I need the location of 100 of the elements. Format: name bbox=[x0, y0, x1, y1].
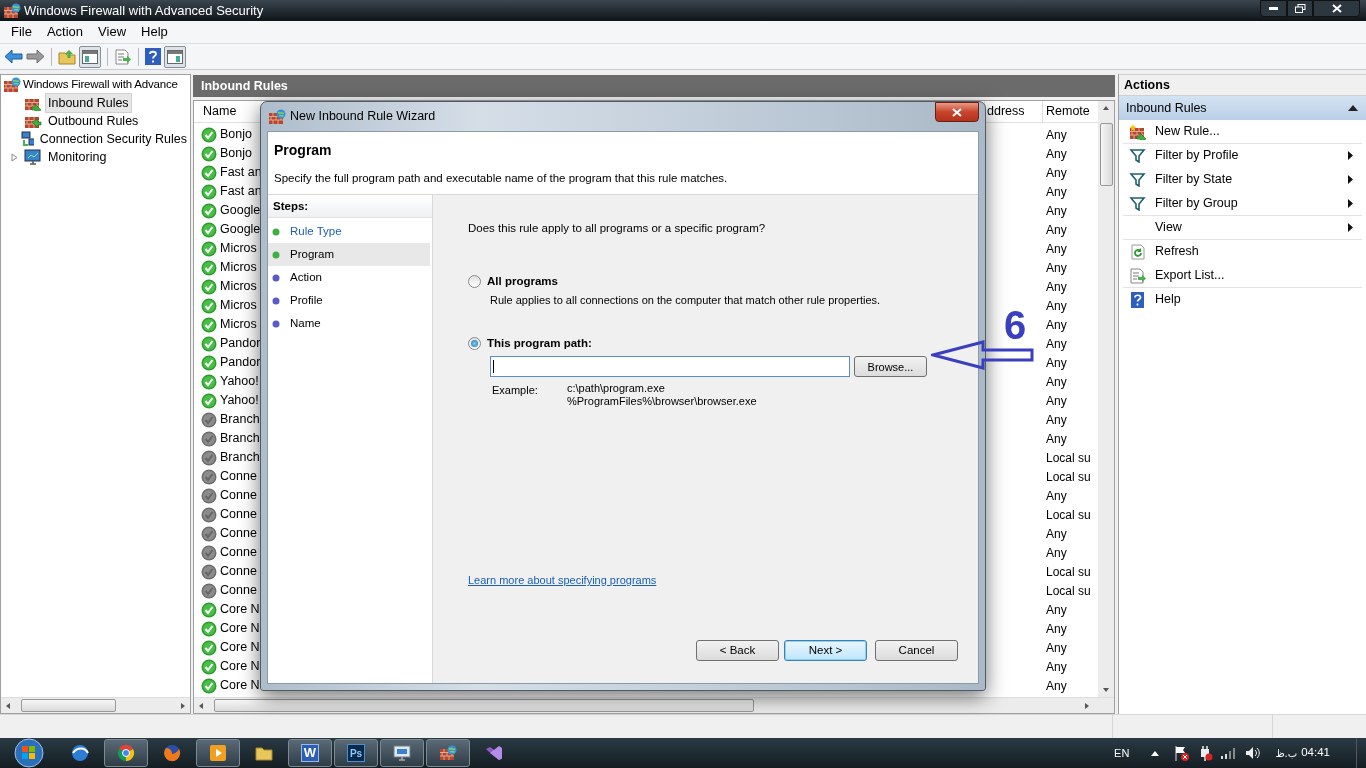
radio-label[interactable]: This program path: bbox=[487, 335, 592, 353]
table-cell[interactable]: Conne bbox=[220, 562, 257, 581]
table-cell[interactable]: Any bbox=[1042, 619, 1098, 638]
table-cell[interactable]: Google bbox=[220, 220, 261, 239]
close-button[interactable] bbox=[1313, 0, 1360, 17]
taskbar-button[interactable]: Ps bbox=[334, 739, 378, 767]
taskbar-button[interactable] bbox=[104, 739, 148, 767]
table-cell[interactable]: Local su bbox=[1042, 467, 1098, 486]
table-cell[interactable]: Any bbox=[1042, 125, 1098, 144]
table-cell[interactable]: Conne bbox=[220, 543, 257, 562]
table-cell[interactable]: Any bbox=[1042, 391, 1098, 410]
task-link[interactable]: Filter by State bbox=[1123, 168, 1362, 192]
browse-button[interactable]: Browse... bbox=[854, 356, 927, 378]
table-cell[interactable]: Pandor bbox=[220, 353, 261, 372]
minimize-button[interactable] bbox=[1260, 0, 1287, 17]
radio-label[interactable]: All programs bbox=[487, 273, 558, 291]
speaker-icon[interactable] bbox=[1245, 746, 1262, 760]
task-link[interactable]: View bbox=[1123, 216, 1362, 240]
caret-icon[interactable] bbox=[1151, 750, 1160, 756]
table-cell[interactable]: Branch bbox=[220, 410, 260, 429]
table-cell[interactable]: Yahoo! bbox=[220, 391, 259, 410]
language-indicator[interactable]: EN bbox=[1114, 744, 1130, 762]
program-path-field[interactable] bbox=[490, 356, 850, 378]
scroll-thumb[interactable] bbox=[214, 699, 754, 712]
signal-icon[interactable] bbox=[1221, 747, 1236, 759]
menu-item[interactable]: File bbox=[4, 22, 39, 42]
table-cell[interactable]: Any bbox=[1042, 334, 1098, 353]
horizontal-scrollbar[interactable] bbox=[1, 697, 190, 713]
table-cell[interactable]: Any bbox=[1042, 220, 1098, 239]
table-cell[interactable]: Branch bbox=[220, 429, 260, 448]
table-cell[interactable]: Local su bbox=[1042, 562, 1098, 581]
table-cell[interactable]: Micros bbox=[220, 277, 257, 296]
table-cell[interactable]: Any bbox=[1042, 543, 1098, 562]
table-cell[interactable]: Core N bbox=[220, 657, 260, 676]
table-cell[interactable]: Pandor bbox=[220, 334, 261, 353]
folder-up-icon[interactable] bbox=[58, 48, 76, 65]
table-cell[interactable]: Any bbox=[1042, 657, 1098, 676]
table-cell[interactable]: Any bbox=[1042, 638, 1098, 657]
table-cell[interactable]: Any bbox=[1042, 410, 1098, 429]
step-item[interactable]: Rule Type bbox=[268, 220, 430, 243]
table-cell[interactable]: Google bbox=[220, 201, 261, 220]
forward-arrow-icon[interactable] bbox=[26, 49, 45, 64]
table-cell[interactable]: Core N bbox=[220, 619, 260, 638]
task-link[interactable]: Refresh bbox=[1123, 240, 1362, 264]
menu-item[interactable]: Help bbox=[134, 22, 175, 42]
scroll-thumb[interactable] bbox=[1099, 123, 1113, 186]
table-cell[interactable]: Bonjo bbox=[220, 144, 252, 163]
taskbar-button[interactable]: W bbox=[288, 739, 332, 767]
table-cell[interactable]: Any bbox=[1042, 676, 1098, 695]
table-cell[interactable]: Any bbox=[1042, 144, 1098, 163]
table-cell[interactable]: Core N bbox=[220, 600, 260, 619]
step-item[interactable]: Program bbox=[268, 243, 430, 266]
table-cell[interactable]: Core N bbox=[220, 676, 260, 695]
tree-item[interactable]: Inbound Rules bbox=[45, 92, 132, 114]
maximize-button[interactable] bbox=[1287, 0, 1313, 17]
table-cell[interactable]: Any bbox=[1042, 315, 1098, 334]
table-cell[interactable]: Bonjo bbox=[220, 125, 252, 144]
tree-item[interactable]: Windows Firewall with Advance bbox=[23, 76, 178, 94]
table-cell[interactable]: Micros bbox=[220, 296, 257, 315]
table-cell[interactable]: Branch bbox=[220, 448, 260, 467]
table-cell[interactable]: Any bbox=[1042, 201, 1098, 220]
table-cell[interactable]: Conne bbox=[220, 505, 257, 524]
table-cell[interactable]: Conne bbox=[220, 467, 257, 486]
show-pane-button[interactable] bbox=[79, 45, 101, 68]
table-cell[interactable]: Core N bbox=[220, 638, 260, 657]
table-cell[interactable]: Any bbox=[1042, 429, 1098, 448]
task-link[interactable]: Export List... bbox=[1123, 264, 1362, 288]
action-pane-button[interactable] bbox=[164, 45, 186, 68]
radio-button[interactable] bbox=[468, 275, 481, 289]
table-cell[interactable]: Any bbox=[1042, 182, 1098, 201]
wizard-button[interactable]: Next > bbox=[784, 640, 867, 661]
expand-icon[interactable] bbox=[11, 152, 18, 162]
table-cell[interactable]: Any bbox=[1042, 296, 1098, 315]
table-cell[interactable]: Conne bbox=[220, 524, 257, 543]
help-link[interactable]: Learn more about specifying programs bbox=[468, 574, 657, 586]
horizontal-scrollbar[interactable] bbox=[194, 697, 1114, 713]
wizard-button[interactable]: < Back bbox=[696, 640, 779, 661]
menu-item[interactable]: Action bbox=[39, 22, 91, 42]
table-cell[interactable]: Any bbox=[1042, 600, 1098, 619]
table-cell[interactable]: Any bbox=[1042, 353, 1098, 372]
vertical-scrollbar[interactable] bbox=[1098, 101, 1114, 697]
table-cell[interactable]: Micros bbox=[220, 258, 257, 277]
flag-icon[interactable] bbox=[1173, 745, 1190, 761]
export-icon[interactable] bbox=[114, 48, 132, 65]
table-cell[interactable]: Local su bbox=[1042, 448, 1098, 467]
table-cell[interactable]: Local su bbox=[1042, 581, 1098, 600]
table-cell[interactable]: Conne bbox=[220, 581, 257, 600]
task-link[interactable]: Filter by Profile bbox=[1123, 144, 1362, 168]
table-cell[interactable]: Any bbox=[1042, 239, 1098, 258]
table-cell[interactable]: Micros bbox=[220, 315, 257, 334]
taskbar-button[interactable] bbox=[380, 739, 424, 767]
table-cell[interactable]: Yahoo! bbox=[220, 372, 259, 391]
close-button[interactable] bbox=[935, 102, 979, 122]
step-item[interactable]: Profile bbox=[268, 289, 430, 312]
table-cell[interactable]: Any bbox=[1042, 372, 1098, 391]
table-cell[interactable]: Any bbox=[1042, 163, 1098, 182]
table-cell[interactable]: Any bbox=[1042, 486, 1098, 505]
wizard-button[interactable]: Cancel bbox=[875, 640, 958, 661]
menu-item[interactable]: View bbox=[91, 22, 134, 42]
table-cell[interactable]: Any bbox=[1042, 524, 1098, 543]
